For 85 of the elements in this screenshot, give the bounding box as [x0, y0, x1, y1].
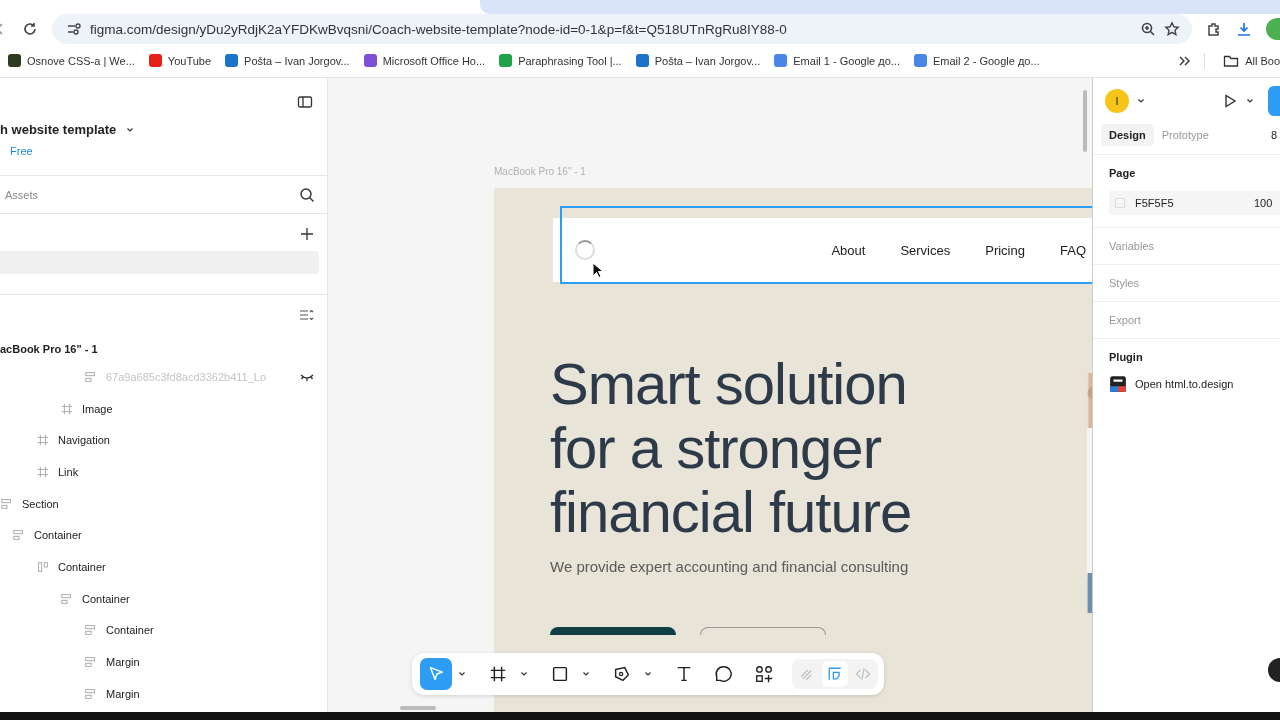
frame-layer[interactable]: acBook Pro 16" - 1 — [0, 343, 327, 361]
layer-autolayout-icon — [84, 369, 98, 384]
bookmark[interactable]: Pošta – Ivan Jorgov... — [225, 54, 364, 67]
layer-row[interactable]: Image — [0, 392, 327, 425]
zoom-icon[interactable] — [1140, 21, 1156, 37]
dev-icon — [854, 665, 872, 683]
nav-link[interactable]: Pricing — [973, 242, 1038, 258]
extensions-icon[interactable] — [1206, 21, 1222, 37]
design-icon — [826, 665, 844, 683]
layer-autolayout-icon — [84, 623, 98, 638]
zoom-level[interactable]: 8 — [1270, 129, 1277, 141]
layer-autolayout-icon — [84, 686, 98, 701]
caret-icon[interactable] — [1137, 97, 1145, 105]
scrollbar[interactable] — [400, 706, 436, 710]
caret-icon[interactable] — [582, 670, 590, 678]
layer-row[interactable]: Section — [0, 487, 327, 520]
layer-row[interactable]: Container — [0, 614, 327, 647]
play-icon[interactable] — [1222, 93, 1238, 109]
user-avatar[interactable]: I — [1105, 89, 1129, 113]
add-page-icon[interactable] — [299, 226, 315, 242]
scrollbar[interactable] — [1083, 90, 1087, 152]
layer-row[interactable]: Link — [0, 456, 327, 488]
layer-row[interactable]: Margin — [0, 677, 327, 710]
bookmark[interactable]: YouTube — [148, 54, 226, 67]
caret-icon[interactable] — [644, 670, 652, 678]
site-info-icon[interactable] — [66, 21, 82, 37]
search-icon[interactable] — [299, 186, 315, 203]
bookmark[interactable]: Email 2 - Google до... — [913, 54, 1054, 67]
caret-icon[interactable] — [1246, 97, 1254, 105]
pen-icon — [612, 664, 632, 684]
page-color-field[interactable]: F5F5F5 100 — [1109, 191, 1280, 215]
nav-link[interactable]: FAQ — [1048, 242, 1092, 258]
hero-subtitle: We provide expert accounting and financial consulting — [550, 558, 910, 575]
share-button[interactable] — [1268, 86, 1280, 116]
layer-row[interactable]: Navigation — [0, 424, 327, 457]
layer-row[interactable]: Container — [0, 519, 327, 552]
layer-autolayout-icon — [60, 591, 74, 606]
caret-icon[interactable] — [520, 670, 528, 678]
address-bar[interactable]: figma.com/design/yDu2yRdjK2aYFDKwBvqsni/Coach-website-template?node-id=0-1&p=f&t=Q518UTnRgRu8IY88-0 — [52, 14, 1192, 44]
bookmark[interactable]: Paraphrasing Tool |... — [499, 54, 636, 67]
layer-frame-icon — [60, 401, 74, 416]
bookmark[interactable]: Email 1 - Google до... — [774, 54, 914, 67]
file-title[interactable]: h website template — [0, 122, 117, 137]
plan-label: Free — [10, 145, 34, 157]
color-swatch[interactable] — [1115, 198, 1125, 208]
download-icon[interactable] — [1236, 21, 1252, 37]
nav-link[interactable]: Services — [888, 242, 964, 258]
bookmark[interactable]: Osnove CSS-a | We... — [8, 54, 149, 67]
layer-autolayout-icon — [0, 496, 14, 511]
design-mode[interactable] — [822, 661, 848, 687]
logo-icon — [575, 240, 595, 260]
caret-icon[interactable] — [458, 670, 466, 678]
comment-icon — [714, 664, 734, 684]
actions-icon — [754, 664, 774, 684]
opacity-value[interactable]: 100 — [1254, 197, 1280, 209]
all-bookmarks[interactable]: All Boo — [1204, 52, 1280, 69]
cursor-icon — [592, 262, 604, 278]
profile-avatar[interactable] — [1266, 18, 1280, 40]
layer-autolayout-icon — [12, 528, 26, 543]
section-title: Plugin — [1109, 351, 1144, 363]
sidebar-toggle-icon[interactable] — [297, 94, 313, 110]
url-text: figma.com/design/yDu2yRdjK2aYFDKwBvqsni/Coach-website-template?node-id=0-1&p=f&t=Q518UTnRgRu8IY88-0 — [90, 21, 788, 37]
bookmark[interactable]: Pošta – Ivan Jorgov... — [635, 54, 775, 67]
panel-tab[interactable]: Design — [1101, 124, 1154, 146]
bookmark[interactable]: Microsoft Office Ho... — [363, 54, 500, 67]
layer-frame-icon — [36, 464, 50, 479]
layer-autolayout-icon — [84, 655, 98, 670]
frame-icon — [488, 664, 508, 684]
nav-link[interactable]: About — [819, 242, 879, 258]
layer-row[interactable]: Container — [0, 582, 327, 615]
rectangle-icon — [550, 664, 570, 684]
assets-tab[interactable]: Assets — [5, 188, 38, 201]
reload-icon[interactable] — [22, 21, 38, 37]
layer-autolayout-icon — [36, 559, 50, 574]
collapse-layers-icon[interactable] — [299, 307, 315, 323]
section-title: Page — [1109, 167, 1137, 179]
plugin-item[interactable]: Open html.to.design — [1109, 375, 1264, 393]
layer-frame-icon — [36, 433, 50, 448]
plugin-icon — [1109, 375, 1127, 393]
caret-icon[interactable] — [126, 125, 135, 134]
star-icon[interactable] — [1164, 21, 1180, 37]
hero-heading: Smart solution for a stronger financial future — [550, 352, 913, 544]
move-tool[interactable] — [420, 658, 452, 690]
layer-row[interactable]: Margin — [0, 646, 327, 678]
layer-row[interactable]: Container — [0, 551, 327, 583]
